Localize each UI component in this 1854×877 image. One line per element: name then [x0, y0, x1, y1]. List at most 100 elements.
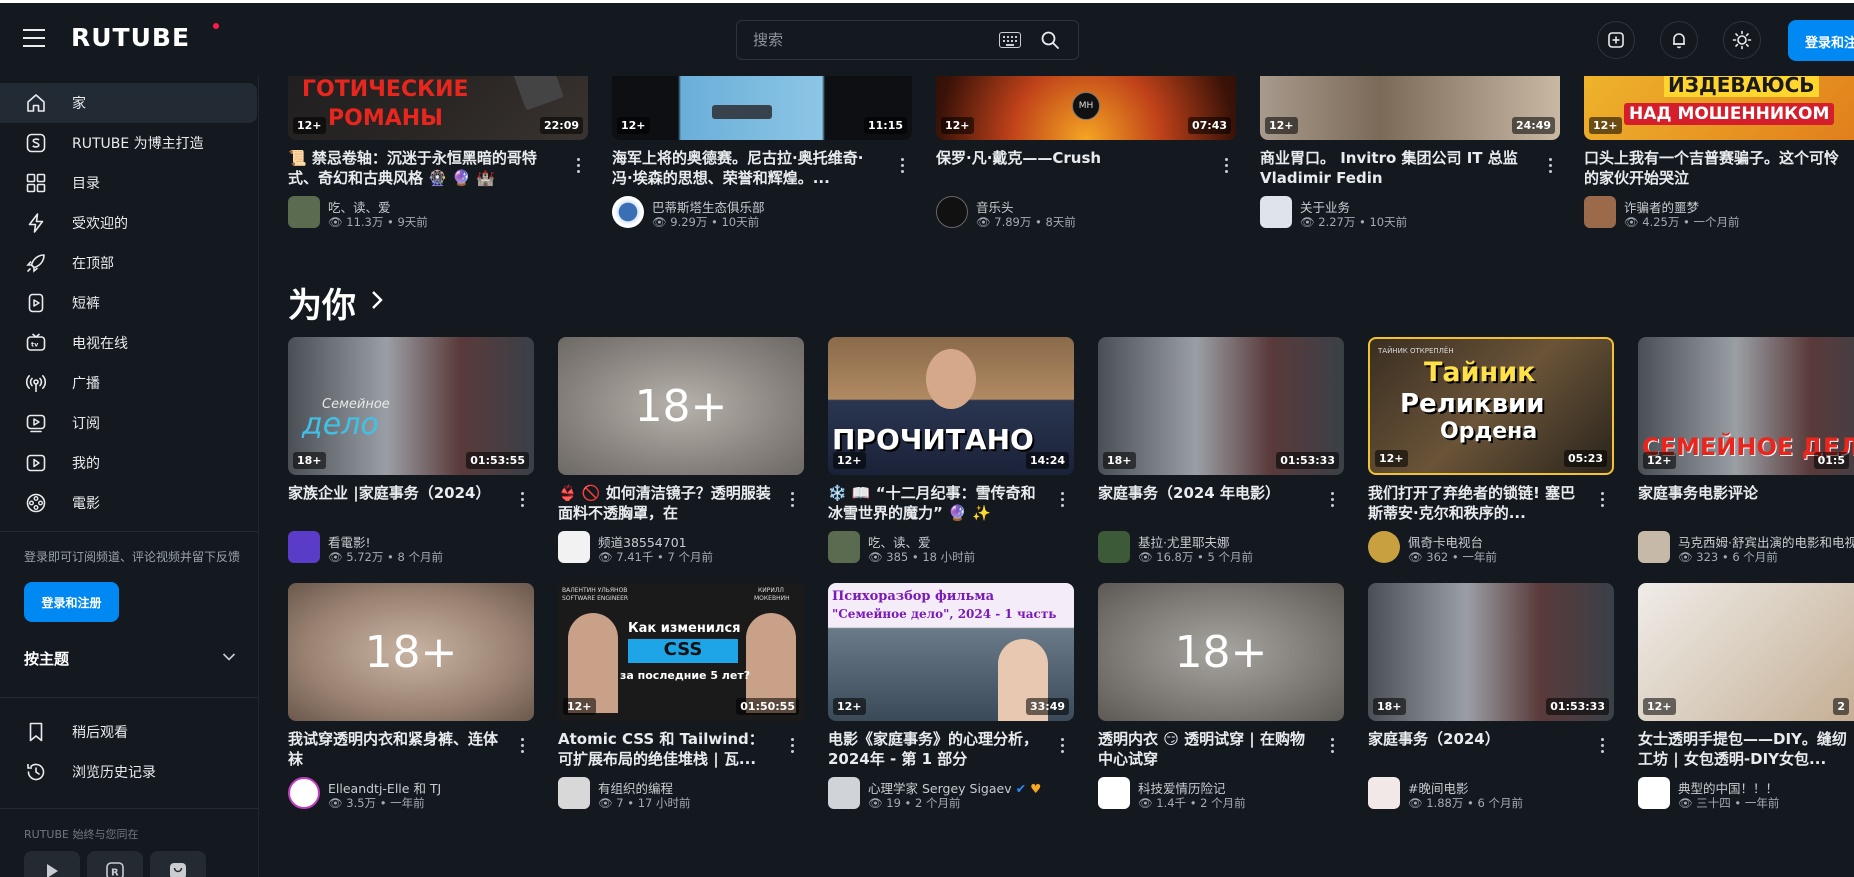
sidebar-item-label: 电视在线: [72, 336, 128, 352]
sidebar-item-broadcast[interactable]: 广播: [0, 363, 259, 403]
video-title[interactable]: 口头上我有一个吉普赛骗子。这个可怜的家伙开始哭泣: [1584, 148, 1846, 188]
video-title[interactable]: 我们打开了弃绝者的锁链! 塞巴斯蒂安·克尔和秩序的...: [1368, 483, 1582, 523]
video-thumbnail[interactable]: 18+: [1098, 583, 1344, 721]
more-options-icon[interactable]: [1054, 735, 1070, 755]
sidebar-item-watch-later[interactable]: 稍后观看: [0, 712, 259, 752]
age-rating-badge: 12+: [1643, 698, 1676, 715]
sidebar-item-top[interactable]: 在顶部: [0, 243, 259, 283]
theme-toggle-button[interactable]: [1723, 21, 1761, 59]
channel-avatar[interactable]: [288, 531, 320, 563]
channel-avatar[interactable]: [1584, 196, 1616, 228]
channel-avatar[interactable]: [1368, 531, 1400, 563]
channel-avatar[interactable]: [1638, 531, 1670, 563]
rustore-badge[interactable]: R: [87, 851, 143, 877]
channel-avatar[interactable]: [288, 196, 320, 228]
channel-avatar[interactable]: [1368, 777, 1400, 809]
video-title[interactable]: 家族企业 |家庭事务（2024）: [288, 483, 502, 523]
video-title[interactable]: 女士透明手提包——DIY。缝纫工坊 | 女包透明-DIY女包...: [1638, 729, 1852, 769]
more-options-icon[interactable]: [514, 489, 530, 509]
video-thumbnail[interactable]: 12+ 2: [1638, 583, 1854, 721]
more-options-icon[interactable]: [570, 155, 586, 175]
header-login-button[interactable]: 登录和注: [1788, 20, 1854, 61]
chevron-right-icon[interactable]: [370, 289, 384, 311]
channel-avatar[interactable]: [558, 531, 590, 563]
video-thumbnail[interactable]: СЕМЕЙНОЕ ДЕЛ 12+ 01:5: [1638, 337, 1854, 475]
channel-avatar[interactable]: [936, 196, 968, 228]
video-thumbnail[interactable]: 18+: [558, 337, 804, 475]
channel-avatar[interactable]: [558, 777, 590, 809]
more-options-icon[interactable]: [1594, 735, 1610, 755]
video-title[interactable]: Atomic CSS 和 Tailwind：可扩展布局的绝佳堆栈 | 瓦...: [558, 729, 772, 769]
video-title[interactable]: ❄️ 📖 “十二月纪事：雪传奇和冰雪世界的魔力” 🔮 ✨: [828, 483, 1042, 523]
video-title[interactable]: 我试穿透明内衣和紧身裤、连体袜: [288, 729, 502, 769]
more-options-icon[interactable]: [894, 155, 910, 175]
video-title[interactable]: 家庭事务（2024）: [1368, 729, 1582, 769]
sidebar-item-subscriptions[interactable]: 订阅: [0, 403, 259, 443]
ship-graphic: [712, 105, 772, 119]
section-title[interactable]: 为你: [288, 278, 356, 327]
channel-avatar[interactable]: [612, 196, 644, 228]
more-options-icon[interactable]: [514, 735, 530, 755]
channel-avatar[interactable]: [828, 777, 860, 809]
sidebar-item-my[interactable]: 我的: [0, 443, 259, 483]
topics-toggle[interactable]: 按主题: [24, 648, 236, 672]
rutube-logo[interactable]: RUTUBE: [71, 23, 190, 52]
more-options-icon[interactable]: [1054, 489, 1070, 509]
video-thumbnail[interactable]: 18+: [288, 583, 534, 721]
svg-text:tv: tv: [31, 341, 39, 349]
notifications-button[interactable]: [1660, 21, 1698, 59]
search-input[interactable]: [753, 30, 973, 50]
video-title[interactable]: 商业胃口。 Invitro 集团公司 IT 总监 Vladimir Fedin: [1260, 148, 1522, 188]
view-count: 323: [1696, 550, 1719, 564]
video-thumbnail[interactable]: Психоразбор фильма "Семейное дело", 2024…: [828, 583, 1074, 721]
sidebar-item-shorts[interactable]: 短裤: [0, 283, 259, 323]
sidebar-item-tv-online[interactable]: tv 电视在线: [0, 323, 259, 363]
video-title[interactable]: 电影《家庭事务》的心理分析，2024年 - 第 1 部分: [828, 729, 1042, 769]
video-title[interactable]: 👙 🚫 如何清洁镜子？透明服装面料不透胸罩，在: [558, 483, 772, 523]
video-title[interactable]: 保罗·凡·戴克——Crush: [936, 148, 1198, 188]
channel-avatar[interactable]: [828, 531, 860, 563]
more-options-icon[interactable]: [1218, 155, 1234, 175]
view-count: 三十四: [1696, 796, 1731, 810]
sidebar-item-popular[interactable]: 受欢迎的: [0, 203, 259, 243]
channel-avatar[interactable]: [1638, 777, 1670, 809]
video-title[interactable]: 📜 禁忌卷轴：沉迷于永恒黑暗的哥特式、奇幻和古典风格 🎡 🔮 🏰: [288, 148, 550, 188]
sidebar-item-history[interactable]: 浏览历史记录: [0, 752, 259, 792]
sidebar-item-home[interactable]: 家: [0, 83, 257, 123]
video-thumbnail[interactable]: ВАЛЕНТИН УЛЬЯНОВ SOFTWARE ENGINEER КИРИЛ…: [558, 583, 804, 721]
video-title[interactable]: 透明内衣 😏 透明试穿 | 在购物中心试穿: [1098, 729, 1312, 769]
age-rating-badge: 18+: [1103, 452, 1136, 469]
sidebar-item-studio[interactable]: RUTUBE 为博主打造: [0, 123, 259, 163]
more-options-icon[interactable]: [1324, 735, 1340, 755]
video-stats: 👁 5.72万 • 8 个月前: [328, 550, 443, 564]
video-card: Семейное дело 18+ 01:53:55 家族企业 |家庭事务（20…: [288, 337, 534, 567]
view-count: 1.4千: [1156, 796, 1187, 810]
appgallery-badge[interactable]: [150, 851, 206, 877]
channel-avatar[interactable]: [288, 777, 320, 809]
sidebar-item-movies[interactable]: 電影: [0, 483, 259, 523]
video-thumbnail[interactable]: 18+ 01:53:33: [1368, 583, 1614, 721]
keyboard-icon[interactable]: [999, 32, 1021, 48]
video-thumbnail[interactable]: 18+ 01:53:33: [1098, 337, 1344, 475]
video-thumbnail[interactable]: ПРОЧИТАНО 12+ 14:24: [828, 337, 1074, 475]
hamburger-menu-icon[interactable]: [23, 29, 45, 47]
more-options-icon[interactable]: [784, 489, 800, 509]
upload-button[interactable]: [1597, 21, 1635, 59]
video-thumbnail[interactable]: Семейное дело 18+ 01:53:55: [288, 337, 534, 475]
video-thumbnail[interactable]: ТАЙНИК ОТКРЕПЛЁН Тайник Реликвии Ордена …: [1368, 337, 1614, 475]
sidebar-divider: [0, 697, 259, 698]
video-title[interactable]: 家庭事务（2024 年电影）: [1098, 483, 1312, 523]
sidebar-login-button[interactable]: 登录和注册: [24, 582, 119, 622]
more-options-icon[interactable]: [1594, 489, 1610, 509]
video-title[interactable]: 家庭事务电影评论: [1638, 483, 1852, 523]
more-options-icon[interactable]: [1542, 155, 1558, 175]
google-play-badge[interactable]: [24, 851, 80, 877]
sidebar-item-catalog[interactable]: 目录: [0, 163, 259, 203]
video-title[interactable]: 海军上将的奥德赛。尼古拉·奥托维奇·冯·埃森的思想、荣誉和辉煌。...: [612, 148, 874, 188]
more-options-icon[interactable]: [784, 735, 800, 755]
channel-avatar[interactable]: [1098, 531, 1130, 563]
channel-avatar[interactable]: [1260, 196, 1292, 228]
channel-avatar[interactable]: [1098, 777, 1130, 809]
search-icon[interactable]: [1040, 30, 1060, 50]
more-options-icon[interactable]: [1324, 489, 1340, 509]
